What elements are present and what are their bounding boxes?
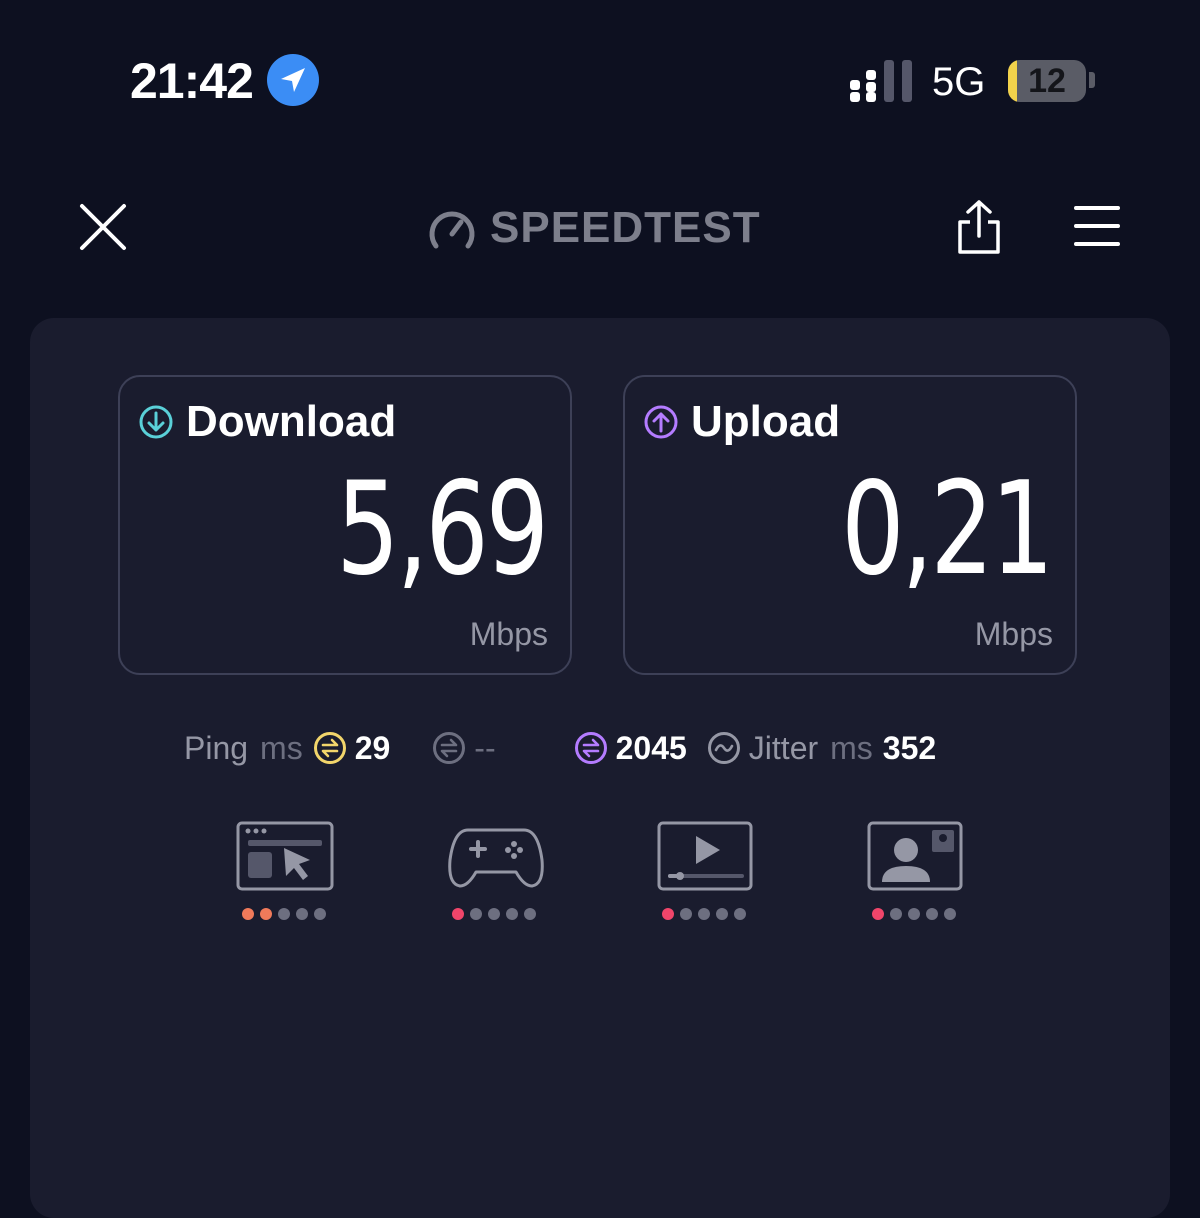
jitter-label: Jitter [748,729,819,766]
share-icon[interactable] [954,198,1004,256]
rating-dot-inactive [470,908,482,920]
rating-dots [662,908,752,920]
gaming-experience[interactable] [446,820,546,920]
rating-dot-inactive [296,908,308,920]
rating-dot-inactive [680,908,692,920]
video-call-experience[interactable] [866,820,966,920]
close-icon[interactable] [78,202,128,252]
speedtest-logo: SPEEDTEST [428,203,761,252]
video-streaming-experience[interactable] [656,820,756,920]
cellular-signal-icon [850,60,912,102]
download-label: Download [186,397,397,446]
ping-label: Ping [184,729,249,766]
download-latency-value: -- [474,729,496,766]
rating-dot-inactive [716,908,728,920]
video-call-icon [867,821,963,891]
brand-name: SPEEDTEST [490,203,761,252]
ping-row: Ping ms 29 -- 2045 Jitter ms 352 [184,726,936,770]
upload-label: Upload [691,397,841,446]
battery-icon: 12 [1008,60,1086,102]
rating-dot-inactive [506,908,518,920]
jitter-value: 352 [882,729,937,766]
rating-dots [452,908,542,920]
jitter-unit: ms [830,729,873,766]
location-arrow-icon [267,54,319,106]
rating-dot-inactive [734,908,746,920]
idle-latency-icon [313,732,346,764]
rating-dot-inactive [488,908,500,920]
ping-unit: ms [260,729,303,766]
rating-dot-inactive [698,908,710,920]
speedometer-logo-icon [429,211,475,249]
download-latency-icon [433,732,466,764]
battery-level: 12 [1028,62,1066,100]
status-time: 21:42 [130,53,254,109]
jitter-icon [707,732,740,764]
rating-dot-active [452,908,464,920]
upload-latency-icon [574,732,607,764]
hamburger-menu-icon[interactable] [1074,204,1120,248]
web-browsing-experience[interactable] [236,820,336,920]
upload-card: Upload 0,21 Mbps [623,375,1077,675]
upload-latency-value: 2045 [615,729,687,766]
web-browsing-icon [236,821,334,891]
upload-value: 0,21 [841,455,1054,604]
upload-unit: Mbps [974,616,1053,652]
download-unit: Mbps [469,616,548,652]
rating-dot-inactive [944,908,956,920]
rating-dots [872,908,962,920]
rating-dot-active [242,908,254,920]
rating-dot-active [662,908,674,920]
idle-latency-value: 29 [354,729,391,766]
video-streaming-icon [657,821,753,891]
gaming-controller-icon [448,828,544,888]
rating-dot-active [260,908,272,920]
upload-arrow-icon [644,405,678,439]
rating-dot-inactive [908,908,920,920]
rating-dot-inactive [926,908,938,920]
rating-dot-inactive [890,908,902,920]
rating-dots [242,908,332,920]
download-value: 5,69 [336,455,549,604]
rating-dot-inactive [278,908,290,920]
battery-cap [1089,72,1095,88]
download-arrow-icon [139,405,173,439]
rating-dot-active [872,908,884,920]
rating-dot-inactive [314,908,326,920]
download-card: Download 5,69 Mbps [118,375,572,675]
network-type: 5G [932,60,986,104]
rating-dot-inactive [524,908,536,920]
